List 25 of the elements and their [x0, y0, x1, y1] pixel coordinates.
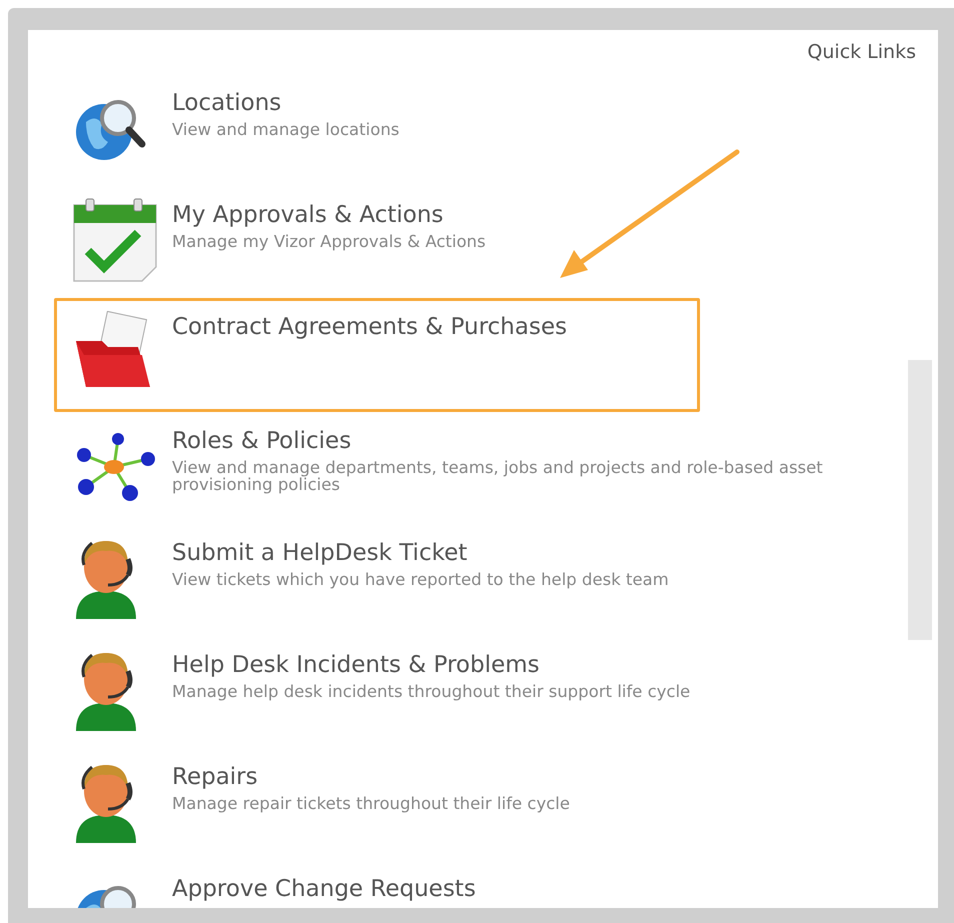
link-description: Manage repair tickets throughout their life cycle: [172, 793, 571, 812]
link-title: Help Desk Incidents & Problems: [172, 651, 541, 679]
link-title: Repairs: [172, 763, 259, 791]
quick-link[interactable]: Submit a HelpDesk Ticket View tickets which you have reported to the help desk team: [54, 524, 938, 636]
quick-link[interactable]: Repairs Manage repair tickets throughout their life cycle: [54, 748, 938, 860]
quick-link[interactable]: Contract Agreements & Purchases: [54, 298, 700, 412]
link-title: Roles & Policies: [172, 427, 352, 455]
link-description: View and manage locations: [172, 119, 400, 138]
link-title: Locations: [172, 89, 282, 117]
quick-link[interactable]: Roles & Policies View and manage departments, teams, jobs and projects and role-based asset provisioning policies: [54, 412, 938, 524]
link-description: Manage my Vizor Approvals & Actions: [172, 231, 487, 250]
calendar-check-icon: [72, 197, 158, 283]
link-title: Submit a HelpDesk Ticket: [172, 539, 468, 567]
link-title: My Approvals & Actions: [172, 201, 444, 229]
quick-link[interactable]: Approve Change Requests: [54, 860, 938, 908]
link-description: Manage help desk incidents throughout their support life cycle: [172, 681, 692, 700]
link-description: View and manage departments, teams, jobs and projects and role-based asset provisioning policies: [172, 457, 824, 493]
link-title: Contract Agreements & Purchases: [172, 313, 567, 341]
quick-link[interactable]: My Approvals & Actions Manage my Vizor Approvals & Actions: [54, 186, 938, 298]
link-title: Approve Change Requests: [172, 875, 476, 903]
quick-link[interactable]: Locations View and manage locations: [54, 74, 938, 186]
link-description: View tickets which you have reported to the help desk team: [172, 569, 670, 588]
panel-title: Quick Links: [807, 40, 916, 65]
scrollbar[interactable]: [908, 360, 932, 640]
quick-link[interactable]: Help Desk Incidents & Problems Manage help desk incidents throughout their support life cycle: [54, 636, 938, 748]
